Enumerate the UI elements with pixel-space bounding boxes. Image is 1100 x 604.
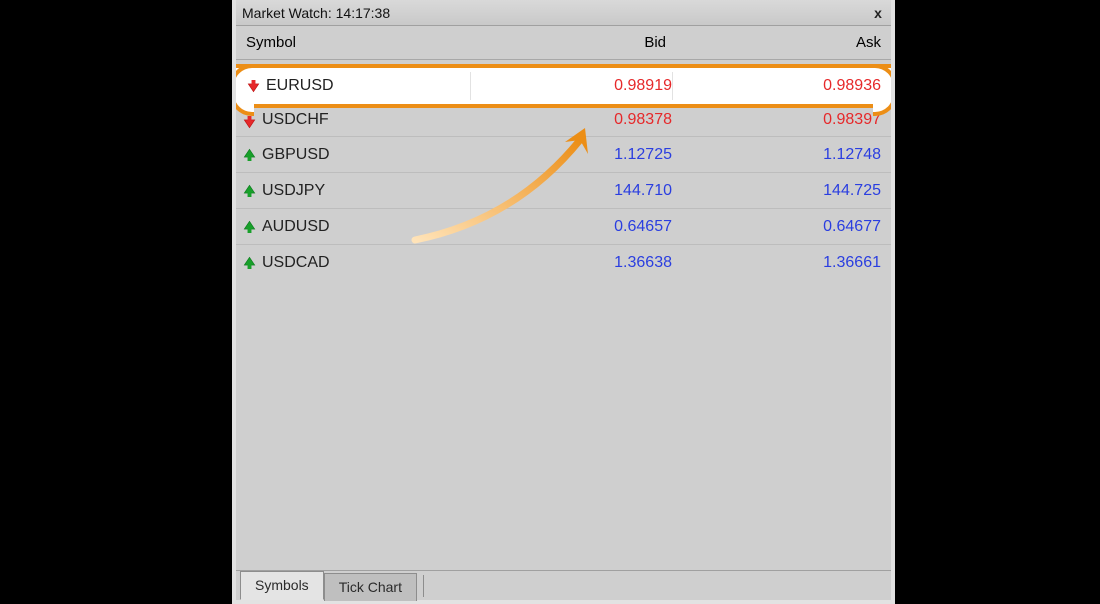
bid-value: 1.36638	[472, 254, 672, 272]
tab-separator	[423, 575, 424, 597]
arrow-down-icon	[242, 115, 256, 129]
table-row[interactable]: USDCHF 0.98378 0.98397	[236, 108, 891, 136]
symbol-label: USDCAD	[262, 254, 330, 272]
header-symbol: Symbol	[246, 34, 296, 51]
bid-value: 144.710	[472, 182, 672, 200]
arrow-up-icon	[242, 256, 256, 270]
ask-value: 144.725	[672, 182, 881, 200]
table-row[interactable]: EURUSD 0.98919 0.98936	[236, 64, 891, 108]
symbol-label: USDCHF	[262, 111, 329, 129]
close-icon: x	[874, 5, 882, 21]
header-ask: Ask	[856, 34, 881, 51]
table-row[interactable]: USDCAD 1.36638 1.36661	[236, 244, 891, 280]
tab-tick-chart[interactable]: Tick Chart	[324, 573, 417, 601]
bottom-tabs: Symbols Tick Chart	[236, 570, 891, 600]
arrow-up-icon	[242, 220, 256, 234]
arrow-up-icon	[242, 148, 256, 162]
ask-value: 0.64677	[672, 218, 881, 236]
column-headers: Symbol Bid Ask	[236, 26, 891, 60]
bid-value: 0.98378	[472, 111, 672, 129]
bid-value: 0.64657	[472, 218, 672, 236]
table-row[interactable]: USDJPY 144.710 144.725	[236, 172, 891, 208]
arrow-up-icon	[242, 184, 256, 198]
close-button[interactable]: x	[869, 4, 887, 22]
quote-list: EURUSD 0.98919 0.98936 USDCHF 0.98378 0.…	[236, 60, 891, 570]
market-watch-window: Market Watch: 14:17:38 x Symbol Bid Ask	[232, 0, 895, 604]
symbol-label: AUDUSD	[262, 218, 330, 236]
symbol-label: GBPUSD	[262, 146, 330, 164]
window-title: Market Watch: 14:17:38	[242, 5, 390, 21]
table-row[interactable]: AUDUSD 0.64657 0.64677	[236, 208, 891, 244]
bid-value: 1.12725	[472, 146, 672, 164]
ask-value: 1.36661	[672, 254, 881, 272]
header-bid: Bid	[644, 34, 666, 51]
symbol-label: USDJPY	[262, 182, 325, 200]
ask-value: 0.98936	[672, 77, 881, 95]
bid-value: 0.98919	[472, 77, 672, 95]
ask-value: 1.12748	[672, 146, 881, 164]
tab-symbols[interactable]: Symbols	[240, 571, 324, 600]
arrow-down-icon	[246, 79, 260, 93]
ask-value: 0.98397	[672, 111, 881, 129]
table-row[interactable]: GBPUSD 1.12725 1.12748	[236, 136, 891, 172]
symbol-label: EURUSD	[266, 77, 334, 95]
titlebar: Market Watch: 14:17:38 x	[236, 0, 891, 26]
